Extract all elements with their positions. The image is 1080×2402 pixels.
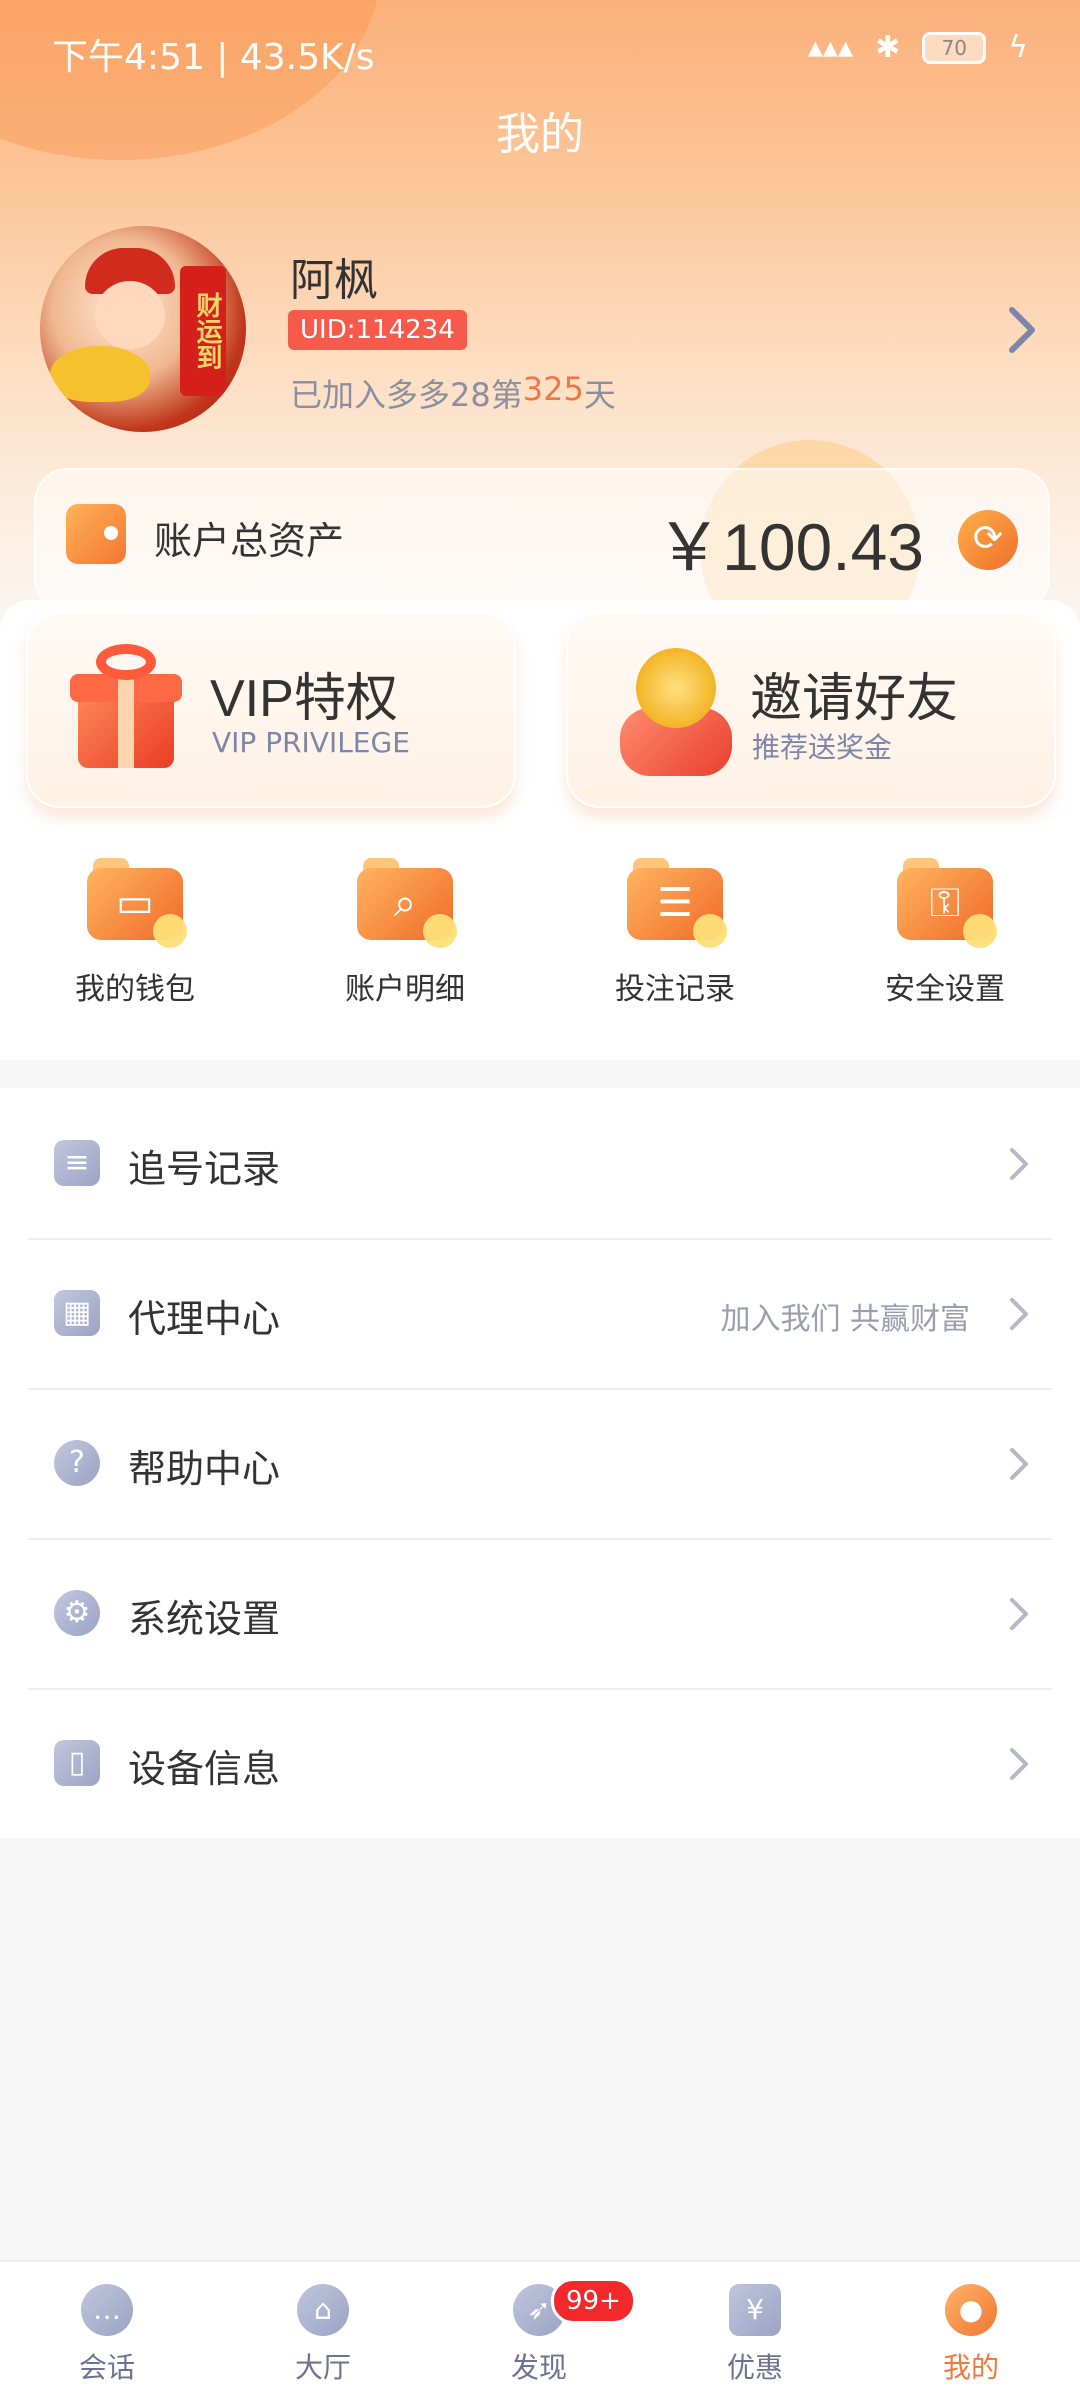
- quick-label: 投注记录: [615, 972, 735, 1007]
- gift-icon: [70, 644, 182, 768]
- join-info: 已加入多多28第 325 天: [290, 370, 616, 416]
- quick-security-settings[interactable]: ⚿ 安全设置: [845, 858, 1045, 1008]
- invite-friends-card[interactable]: 邀请好友 推荐送奖金: [566, 612, 1056, 808]
- menu-item-system-settings[interactable]: ⚙ 系统设置: [28, 1538, 1052, 1690]
- signal-icon: ▴▴▴: [807, 30, 854, 65]
- device-icon: ▯: [54, 1740, 100, 1786]
- join-days: 325: [522, 370, 584, 408]
- quick-label: 安全设置: [885, 972, 1005, 1007]
- nav-discover[interactable]: ➶ 99+ 发现: [469, 2278, 636, 2386]
- gift-bow: [96, 644, 156, 680]
- assets-value: ￥100.43: [656, 510, 924, 584]
- status-bar: 下午4:51 | 43.5K/s ▴▴▴ ✱ 70 ϟ: [0, 0, 1080, 100]
- menu-label: 追号记录: [128, 1147, 281, 1191]
- uid-badge: UID:114234: [288, 310, 467, 350]
- menu-extra-text: 加入我们 共赢财富: [720, 1302, 970, 1337]
- menu-label: 帮助中心: [128, 1447, 281, 1491]
- quick-account-details[interactable]: ⌕ 账户明细: [305, 858, 505, 1008]
- join-prefix: 已加入多多28第: [290, 376, 523, 414]
- menu-item-help-center[interactable]: ? 帮助中心: [28, 1388, 1052, 1540]
- status-icons: ▴▴▴ ✱ 70 ϟ: [808, 30, 1028, 65]
- quick-label: 我的钱包: [75, 972, 195, 1007]
- chevron-right-icon: [1010, 1598, 1028, 1630]
- avatar-gold-ingot: [50, 346, 150, 402]
- menu-label: 设备信息: [128, 1747, 281, 1791]
- clipboard-icon: ≡: [54, 1140, 100, 1186]
- vip-title: VIP特权: [210, 670, 398, 728]
- qrcode-icon: ▦: [54, 1290, 100, 1336]
- menu-item-agent-center[interactable]: ▦ 代理中心 加入我们 共赢财富: [28, 1238, 1052, 1390]
- gear-icon: ⚙: [54, 1590, 100, 1636]
- menu-item-chase-records[interactable]: ≡ 追号记录: [28, 1088, 1052, 1240]
- menu-label: 系统设置: [128, 1597, 281, 1641]
- wifi-icon: ✱: [875, 30, 901, 65]
- avatar[interactable]: 财运到: [40, 226, 246, 432]
- nav-mine[interactable]: ● 我的: [901, 2284, 1041, 2386]
- quick-my-wallet[interactable]: ▭ 我的钱包: [35, 858, 235, 1008]
- nav-label: 优惠: [726, 2351, 783, 2384]
- charging-icon: ϟ: [1008, 30, 1028, 65]
- bottom-nav: … 会话 ⌂ 大厅 ➶ 99+ 发现 ¥ 优惠 ● 我的: [0, 2260, 1080, 2402]
- chevron-right-icon[interactable]: [1002, 300, 1042, 360]
- question-icon: ?: [54, 1440, 100, 1486]
- invite-subtitle: 推荐送奖金: [752, 731, 893, 764]
- avatar-scroll: 财运到: [180, 266, 226, 396]
- nav-label: 大厅: [294, 2351, 351, 2384]
- menu-label: 代理中心: [128, 1297, 281, 1341]
- key-icon: ⚿: [897, 858, 997, 948]
- invite-title: 邀请好友: [750, 670, 959, 728]
- chevron-right-icon: [1010, 1148, 1028, 1180]
- menu-item-device-info[interactable]: ▯ 设备信息: [28, 1688, 1052, 1838]
- vip-subtitle: VIP PRIVILEGE: [212, 726, 410, 759]
- nav-hall[interactable]: ⌂ 大厅: [253, 2284, 393, 2386]
- quick-bet-records[interactable]: ☰ 投注记录: [575, 858, 775, 1008]
- hall-icon: ⌂: [297, 2284, 349, 2336]
- nav-label: 我的: [942, 2351, 999, 2384]
- magnifier-icon: ⌕: [357, 858, 457, 948]
- join-suffix: 天: [583, 376, 616, 414]
- assets-card[interactable]: 账户总资产 ￥100.43 ⟳: [34, 468, 1050, 612]
- nav-offers[interactable]: ¥ 优惠: [685, 2284, 825, 2386]
- menu-list: ≡ 追号记录 ▦ 代理中心 加入我们 共赢财富 ? 帮助中心 ⚙ 系统设置 ▯ …: [0, 1088, 1080, 1838]
- page-title: 我的: [496, 109, 584, 160]
- chevron-right-icon: [1010, 1298, 1028, 1330]
- status-time-speed: 下午4:51 | 43.5K/s: [52, 37, 375, 78]
- vip-privilege-card[interactable]: VIP特权 VIP PRIVILEGE: [26, 612, 516, 808]
- coin-hand-icon: [620, 638, 732, 778]
- refresh-icon[interactable]: ⟳: [958, 510, 1018, 570]
- nav-label: 发现: [510, 2351, 567, 2384]
- battery-icon: 70: [922, 31, 987, 64]
- assets-label: 账户总资产: [154, 519, 345, 563]
- nav-label: 会话: [78, 2351, 135, 2384]
- chevron-right-icon: [1010, 1448, 1028, 1480]
- quick-label: 账户明细: [345, 972, 465, 1007]
- wallet-icon: ▭: [87, 858, 187, 948]
- yen-ticket-icon: ¥: [729, 2284, 781, 2336]
- gift-ribbon: [118, 674, 134, 768]
- user-icon: ●: [945, 2284, 997, 2336]
- chevron-right-icon: [1010, 1748, 1028, 1780]
- notification-badge: 99+: [551, 2278, 636, 2324]
- avatar-face: [95, 281, 165, 349]
- record-icon: ☰: [627, 858, 727, 948]
- wallet-icon: [66, 504, 126, 564]
- user-name: 阿枫: [290, 255, 378, 306]
- chat-icon: …: [81, 2284, 133, 2336]
- nav-chat[interactable]: … 会话: [37, 2284, 177, 2386]
- coin: [636, 648, 716, 728]
